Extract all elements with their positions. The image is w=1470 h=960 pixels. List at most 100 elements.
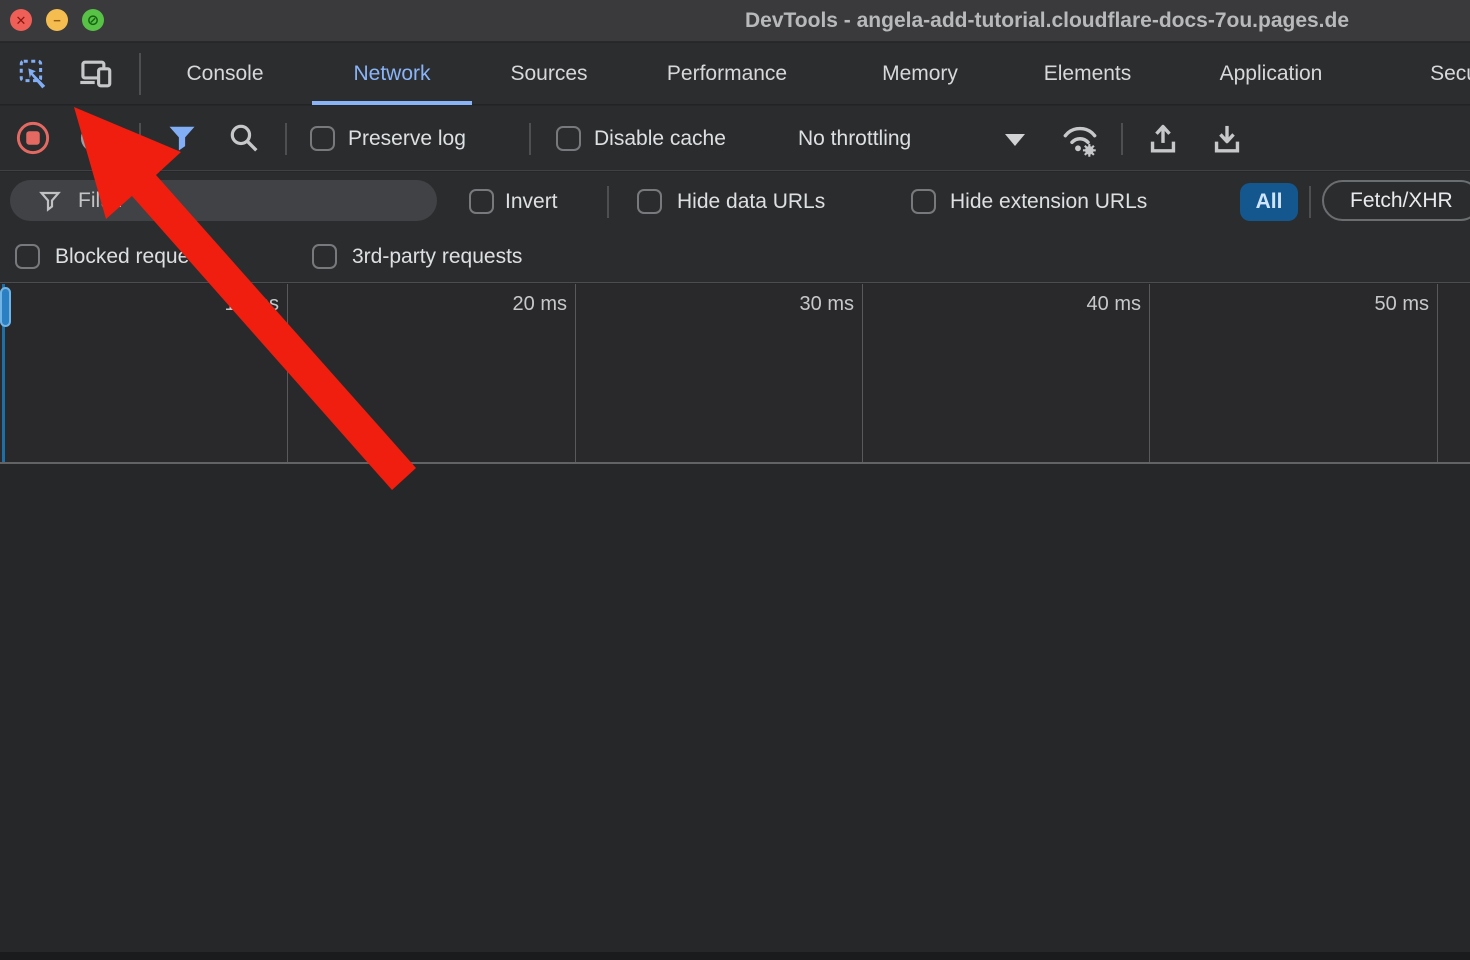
throttling-dropdown-button[interactable] xyxy=(1005,134,1025,146)
window-title: DevTools - angela-add-tutorial.cloudflar… xyxy=(745,0,1349,42)
zoom-window-button[interactable]: ⊘ xyxy=(82,9,104,31)
toolbar-separator xyxy=(1121,123,1123,155)
devtools-window: ✕ − ⊘ DevTools - angela-add-tutorial.clo… xyxy=(0,0,1470,960)
record-network-log-button[interactable] xyxy=(13,118,53,158)
tab-label: Application xyxy=(1220,62,1323,86)
clear-icon xyxy=(79,122,111,154)
tab-label: Performance xyxy=(667,62,787,86)
filter-input[interactable] xyxy=(76,188,376,214)
tab-label: Memory xyxy=(882,62,958,86)
timeline-gridline xyxy=(1149,284,1150,462)
devtools-tabbar: Console Network Sources Performance Memo… xyxy=(0,43,1470,105)
inspect-icon xyxy=(19,59,49,89)
tab-security[interactable]: Security xyxy=(1388,43,1470,105)
preserve-log-label: Preserve log xyxy=(348,127,466,151)
network-filter-row: Invert Hide data URLs Hide extension URL… xyxy=(0,172,1470,232)
filter-funnel-icon xyxy=(167,123,197,153)
traffic-lights: ✕ − ⊘ xyxy=(10,9,104,31)
hide-data-urls-text: Hide data URLs xyxy=(677,190,825,214)
overview-drag-handle[interactable] xyxy=(0,287,11,327)
filter-separator xyxy=(607,186,609,218)
timeline-tick-50ms: 50 ms xyxy=(1337,293,1429,316)
minimize-window-button[interactable]: − xyxy=(46,9,68,31)
clear-network-log-button[interactable] xyxy=(77,120,113,156)
export-har-icon xyxy=(1210,122,1244,156)
minimize-icon: − xyxy=(53,14,61,27)
search-icon xyxy=(228,122,260,154)
timeline-tick-10ms: 10 ms xyxy=(187,293,279,316)
network-overview-timeline[interactable]: 10 ms 20 ms 30 ms 40 ms 50 ms xyxy=(0,284,1470,464)
hide-data-urls-label: Hide data URLs xyxy=(677,190,825,214)
toolbar-separator xyxy=(529,123,531,155)
disable-cache-text: Disable cache xyxy=(594,127,726,151)
network-conditions-button[interactable] xyxy=(1058,119,1102,159)
tab-label: Security xyxy=(1430,62,1470,86)
titlebar: ✕ − ⊘ DevTools - angela-add-tutorial.clo… xyxy=(0,0,1470,42)
throttling-select[interactable]: No throttling xyxy=(798,127,911,151)
blocked-requests-checkbox[interactable] xyxy=(15,244,40,269)
import-har-button[interactable] xyxy=(1144,120,1182,158)
timeline-gridline xyxy=(1437,284,1438,462)
network-conditions-icon xyxy=(1060,121,1100,157)
third-party-requests-checkbox[interactable] xyxy=(312,244,337,269)
third-party-requests-label: 3rd-party requests xyxy=(352,245,522,269)
timeline-tick-40ms: 40 ms xyxy=(1049,293,1141,316)
tab-memory[interactable]: Memory xyxy=(848,43,992,105)
tab-console[interactable]: Console xyxy=(162,43,288,105)
blocked-requests-text: Blocked requests xyxy=(55,245,216,269)
third-party-requests-text: 3rd-party requests xyxy=(352,245,522,269)
hide-data-urls-checkbox[interactable] xyxy=(637,189,662,214)
filter-chip-all[interactable]: All xyxy=(1240,183,1298,221)
funnel-icon xyxy=(38,189,62,213)
filter-separator xyxy=(1309,186,1311,218)
timeline-gridline xyxy=(287,284,288,462)
filter-chip-fetch-xhr[interactable]: Fetch/XHR xyxy=(1322,180,1470,221)
hide-extension-urls-label: Hide extension URLs xyxy=(950,190,1147,214)
import-har-icon xyxy=(1146,122,1180,156)
tab-label: Network xyxy=(353,62,430,86)
toggle-device-toolbar-button[interactable] xyxy=(74,52,118,96)
invert-text: Invert xyxy=(505,190,558,214)
tab-label: Console xyxy=(186,62,263,86)
preserve-log-checkbox[interactable] xyxy=(310,126,335,151)
timeline-gridline xyxy=(575,284,576,462)
export-har-button[interactable] xyxy=(1208,120,1246,158)
toolbar-separator xyxy=(139,123,141,155)
hide-extension-urls-checkbox[interactable] xyxy=(911,189,936,214)
timeline-tick-30ms: 30 ms xyxy=(762,293,854,316)
disable-cache-label: Disable cache xyxy=(594,127,726,151)
timeline-tick-20ms: 20 ms xyxy=(475,293,567,316)
tab-sources[interactable]: Sources xyxy=(486,43,612,105)
tabbar-separator xyxy=(139,53,141,95)
tab-label: Elements xyxy=(1044,62,1132,86)
timeline-gridline xyxy=(862,284,863,462)
filter-toggle-button[interactable] xyxy=(164,120,200,156)
blocked-requests-label: Blocked requests xyxy=(55,245,216,269)
hide-extension-urls-text: Hide extension URLs xyxy=(950,190,1147,214)
toolbar-separator xyxy=(285,123,287,155)
tab-elements[interactable]: Elements xyxy=(1010,43,1165,105)
all-chip-text: All xyxy=(1256,190,1283,214)
disable-cache-checkbox[interactable] xyxy=(556,126,581,151)
search-button[interactable] xyxy=(226,120,262,156)
inspect-element-button[interactable] xyxy=(12,52,56,96)
close-icon: ✕ xyxy=(16,14,27,27)
tab-performance[interactable]: Performance xyxy=(632,43,822,105)
tab-application[interactable]: Application xyxy=(1180,43,1362,105)
invert-checkbox[interactable] xyxy=(469,189,494,214)
preserve-log-text: Preserve log xyxy=(348,127,466,151)
bottom-strip xyxy=(0,952,1470,960)
record-stop-icon xyxy=(15,120,51,156)
network-toolbar: Preserve log Disable cache No throttling xyxy=(0,106,1470,171)
throttling-value: No throttling xyxy=(798,127,911,151)
network-requests-panel: Recordi Perform a request xyxy=(0,466,1470,952)
fetch-xhr-chip-text: Fetch/XHR xyxy=(1350,189,1453,213)
zoom-disabled-icon: ⊘ xyxy=(87,13,100,28)
invert-label: Invert xyxy=(505,190,558,214)
tab-network[interactable]: Network xyxy=(312,43,472,105)
tab-label: Sources xyxy=(510,62,587,86)
device-toolbar-icon xyxy=(79,59,113,89)
close-window-button[interactable]: ✕ xyxy=(10,9,32,31)
chevron-down-icon xyxy=(1005,134,1025,146)
request-filters-row: Blocked requests 3rd-party requests xyxy=(0,232,1470,283)
